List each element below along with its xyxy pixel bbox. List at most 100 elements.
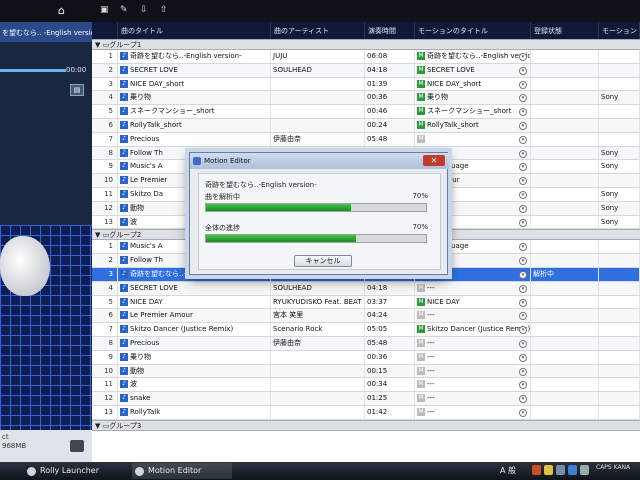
dropdown-icon[interactable]: ▾ (519, 367, 527, 376)
col-register-state[interactable]: 登録状態 (531, 22, 599, 39)
export-icon[interactable]: ⇧ (160, 5, 170, 15)
group-header[interactable]: ▼ ▭グループ3 (92, 419, 640, 431)
table-row[interactable]: 8 ♪ Precious 伊藤由奈 05:48 M --- ▾ (92, 337, 640, 351)
table-row[interactable]: 11 ♪ 波 00:34 M --- ▾ (92, 378, 640, 393)
motion-title-cell[interactable]: M 乗り物 ▾ (415, 91, 531, 105)
song-title-cell[interactable]: ♪ SECRET LOVE (118, 63, 271, 77)
dropdown-icon[interactable]: ▾ (519, 271, 527, 279)
dropdown-icon[interactable]: ▾ (519, 381, 527, 390)
dropdown-icon[interactable]: ▾ (519, 312, 527, 321)
song-title-cell[interactable]: ♪ Precious (118, 132, 271, 146)
song-title-cell[interactable]: ♪ 奇跡を望むなら..-English version- (118, 50, 271, 63)
col-motion-title[interactable]: モーションのタイトル (415, 22, 531, 39)
song-title-cell[interactable]: ♪ Precious (118, 337, 271, 350)
dropdown-icon[interactable]: ▾ (519, 353, 527, 362)
home-icon[interactable]: ⌂ (58, 4, 70, 17)
collapse-icon[interactable]: ▼ (95, 422, 103, 430)
dropdown-icon[interactable]: ▾ (519, 218, 527, 227)
dropdown-icon[interactable]: ▾ (519, 94, 527, 103)
collapse-icon[interactable]: ▼ (95, 231, 103, 239)
motion-title-cell[interactable]: M--- ▾ (415, 378, 531, 392)
dropdown-icon[interactable]: ▾ (519, 177, 527, 186)
dropdown-icon[interactable]: ▾ (519, 66, 527, 75)
col-title[interactable]: 曲のタイトル (118, 22, 271, 39)
dropdown-icon[interactable]: ▾ (519, 135, 527, 144)
motion-title-cell[interactable]: M RollyTalk_short ▾ (415, 119, 531, 132)
song-title-cell[interactable]: ♪ 波 (118, 378, 271, 392)
motion-title-cell[interactable]: M SECRET LOVE ▾ (415, 63, 531, 77)
song-title-cell[interactable]: ♪ NICE DAY_short (118, 77, 271, 91)
motion-title-cell[interactable]: M--- ▾ (415, 281, 531, 295)
collapse-icon[interactable]: ▼ (95, 41, 103, 49)
song-title-cell[interactable]: ♪ snake (118, 392, 271, 406)
col-artist[interactable]: 曲のアーティスト (271, 22, 365, 39)
motion-title-cell[interactable]: M--- ▾ (415, 337, 531, 350)
motion-title-cell[interactable]: M 奇跡を望むなら..-English version ▾ (415, 50, 531, 63)
song-title-cell[interactable]: ♪ 動物 (118, 364, 271, 378)
song-title-cell[interactable]: ♪ Le Premier Amour (118, 309, 271, 323)
dropdown-icon[interactable]: ▾ (519, 257, 527, 266)
tray-icon-4[interactable] (568, 465, 577, 475)
song-title-cell[interactable]: ♪ 乗り物 (118, 350, 271, 364)
dropdown-icon[interactable]: ▾ (519, 149, 527, 158)
dropdown-icon[interactable]: ▾ (519, 409, 527, 417)
dropdown-icon[interactable]: ▾ (519, 340, 527, 348)
table-row[interactable]: 3 ♪ NICE DAY_short 01:39 M NICE DAY_short ▾ (92, 77, 640, 92)
taskbar-item-motion-editor[interactable]: Motion Editor (132, 463, 232, 479)
cancel-button[interactable]: キャンセル (294, 255, 352, 267)
dropdown-icon[interactable]: ▾ (519, 204, 527, 213)
tray-icon-5[interactable] (580, 465, 589, 475)
table-row[interactable]: 7 ♪ Skitzo Dancer (Justice Remix) Scenario … (92, 323, 640, 337)
player-menu-button[interactable]: ▤ (70, 84, 84, 96)
taskbar-item-rolly-launcher[interactable]: Rolly Launcher (24, 463, 124, 479)
motion-title-cell[interactable]: M NICE DAY ▾ (415, 295, 531, 309)
dropdown-icon[interactable]: ▾ (519, 284, 527, 293)
motion-title-cell[interactable]: M NICE DAY_short ▾ (415, 77, 531, 91)
eject-icon[interactable] (70, 440, 84, 452)
dropdown-icon[interactable]: ▾ (519, 395, 527, 404)
edit-icon[interactable]: ✎ (120, 5, 130, 15)
table-row[interactable]: 6 ♪ Le Premier Amour 宮本 笑里 04:24 M --- ▾ (92, 309, 640, 324)
seek-slider[interactable] (0, 69, 66, 72)
table-row[interactable]: 5 ♪ スネークマンショー_short 00:46 M スネークマンショー_short ▾ (92, 105, 640, 119)
motion-title-cell[interactable]: M--- ▾ (415, 309, 531, 323)
tray-icon-3[interactable] (556, 465, 565, 475)
dropdown-icon[interactable]: ▾ (519, 53, 527, 61)
motion-title-cell[interactable]: M▾ (415, 132, 531, 146)
dropdown-icon[interactable]: ▾ (519, 191, 527, 199)
song-title-cell[interactable]: ♪ Skitzo Dancer (Justice Remix) (118, 323, 271, 337)
dropdown-icon[interactable]: ▾ (519, 108, 527, 117)
table-row[interactable]: 2 ♪ SECRET LOVE SOULHEAD 04:18 M SECRET LOVE ▾ (92, 63, 640, 78)
motion-title-cell[interactable]: M Skitzo Dancer (Justice Remix) ▾ (415, 323, 531, 337)
dropdown-icon[interactable]: ▾ (519, 243, 527, 252)
song-title-cell[interactable]: ♪ NICE DAY (118, 295, 271, 309)
dropdown-icon[interactable]: ▾ (519, 298, 527, 307)
table-row[interactable]: 9 ♪ 乗り物 00:36 M --- ▾ (92, 350, 640, 365)
dropdown-icon[interactable]: ▾ (519, 80, 527, 89)
import-icon[interactable]: ⇩ (140, 5, 150, 15)
table-row[interactable]: 5 ♪ NICE DAY RYUKYUDISKO Feat. BEAT 03:37 M NI… (92, 295, 640, 310)
table-row[interactable]: 10 ♪ 動物 00:15 M --- ▾ (92, 364, 640, 379)
song-title-cell[interactable]: ♪ SECRET LOVE (118, 281, 271, 295)
table-row[interactable]: 12 ♪ snake 01:25 M --- ▾ (92, 392, 640, 406)
table-row[interactable]: 7 ♪ Precious 伊藤由奈 05:48 M ▾ (92, 132, 640, 147)
table-row[interactable]: 6 ♪ RollyTalk_short 00:24 M RollyTalk_short ▾ (92, 119, 640, 133)
group-header[interactable]: ▼ ▭グループ1 (92, 39, 640, 50)
table-row[interactable]: 4 ♪ 乗り物 00:36 M 乗り物 ▾ Sony (92, 91, 640, 106)
motion-title-cell[interactable]: M--- ▾ (415, 350, 531, 364)
motion-title-cell[interactable]: M--- ▾ (415, 406, 531, 419)
new-file-icon[interactable]: ▣ (100, 5, 110, 15)
song-title-cell[interactable]: ♪ RollyTalk (118, 406, 271, 419)
tray-icon-1[interactable] (532, 465, 541, 475)
table-row[interactable]: 13 ♪ RollyTalk 01:42 M --- ▾ (92, 406, 640, 420)
motion-title-cell[interactable]: M スネークマンショー_short ▾ (415, 105, 531, 119)
motion-title-cell[interactable]: M--- ▾ (415, 364, 531, 378)
table-row[interactable]: 4 ♪ SECRET LOVE SOULHEAD 04:18 M --- ▾ (92, 281, 640, 296)
col-duration[interactable]: 演奏時間 (365, 22, 415, 39)
song-title-cell[interactable]: ♪ RollyTalk_short (118, 119, 271, 132)
song-title-cell[interactable]: ♪ スネークマンショー_short (118, 105, 271, 119)
motion-title-cell[interactable]: M--- ▾ (415, 392, 531, 406)
table-row[interactable]: 1 ♪ 奇跡を望むなら..-English version- JUJU 06:08 M 奇跡… (92, 50, 640, 64)
col-extra[interactable]: モーション (599, 22, 640, 39)
close-button[interactable]: ✕ (423, 155, 445, 166)
